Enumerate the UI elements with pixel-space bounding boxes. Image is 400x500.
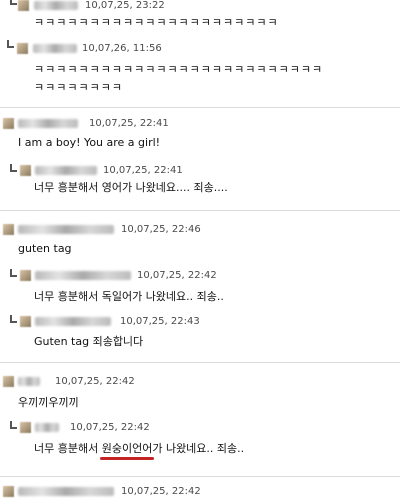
comment-timestamp: 10,07,25, 22:42 (121, 486, 201, 497)
comment-timestamp: 10,07,25, 22:46 (121, 224, 201, 235)
text-after: 가 나왔네요.. 죄송.. (152, 442, 245, 455)
comment-text: ㅋㅋㅋㅋㅋㅋㅋㅋㅋㅋㅋㅋㅋㅋㅋㅋㅋㅋㅋㅋㅋㅋ (34, 16, 279, 29)
divider (0, 362, 400, 363)
reply-arrow-icon (10, 421, 17, 429)
comment-timestamp: 10,07,25, 22:41 (103, 165, 183, 176)
avatar (20, 422, 31, 433)
avatar (3, 376, 14, 387)
comment-text: ㅋㅋㅋㅋㅋㅋㅋㅋ (34, 81, 123, 94)
comment-text: guten tag (18, 242, 72, 255)
comment-timestamp: 10,07,25, 22:41 (89, 118, 169, 129)
avatar (18, 0, 29, 11)
author-name[interactable] (18, 487, 114, 496)
reply-arrow-icon (10, 315, 17, 323)
avatar (3, 118, 14, 129)
avatar (20, 270, 31, 281)
author-name[interactable] (35, 166, 97, 175)
comment-timestamp: 10,07,25, 22:42 (55, 376, 135, 387)
author-name[interactable] (35, 423, 59, 432)
avatar (3, 224, 14, 235)
author-name[interactable] (35, 271, 131, 280)
avatar (20, 316, 31, 327)
divider (0, 107, 400, 108)
avatar (3, 486, 14, 497)
highlighted-text: 원숭이언어 (99, 442, 154, 460)
reply-arrow-icon (7, 40, 14, 48)
comment-text: 너무 흥분해서 독일어가 나왔네요.. 죄송.. (34, 290, 224, 303)
comment-text: I am a boy! You are a girl! (18, 136, 161, 149)
reply-arrow-icon (10, 269, 17, 277)
comment-text: Guten tag 죄송합니다 (34, 335, 144, 348)
author-name[interactable] (18, 119, 78, 128)
author-name[interactable] (18, 377, 40, 386)
reply-arrow-icon (10, 0, 17, 5)
author-name[interactable] (18, 225, 114, 234)
avatar (17, 43, 28, 54)
comment-timestamp: 10,07,25, 22:42 (70, 422, 150, 433)
divider (0, 476, 400, 477)
comment-text: ㅋㅋㅋㅋㅋㅋㅋㅋㅋㅋㅋㅋㅋㅋㅋㅋㅋㅋㅋㅋㅋㅋㅋㅋㅋㅋ (34, 63, 324, 76)
comment-thread: 10,07,25, 23:22 ㅋㅋㅋㅋㅋㅋㅋㅋㅋㅋㅋㅋㅋㅋㅋㅋㅋㅋㅋㅋㅋㅋ 1… (0, 0, 400, 500)
text-before: 너무 흥분해서 (34, 442, 102, 455)
reply-arrow-icon (10, 164, 17, 172)
comment-timestamp: 10,07,25, 22:43 (120, 316, 200, 327)
comment-text: 너무 흥분해서 원숭이언어가 나왔네요.. 죄송.. (34, 442, 245, 460)
author-name[interactable] (34, 1, 78, 10)
comment-timestamp: 10,07,25, 22:42 (137, 270, 217, 281)
divider (0, 210, 400, 211)
avatar (20, 165, 31, 176)
comment-text: 우끼끼우끼끼 (18, 396, 79, 409)
author-name[interactable] (35, 317, 111, 326)
comment-text: 너무 흥분해서 영어가 나왔네요.... 죄송.... (34, 181, 228, 194)
comment-timestamp: 10,07,26, 11:56 (82, 43, 162, 54)
author-name[interactable] (33, 44, 77, 53)
comment-timestamp: 10,07,25, 23:22 (85, 0, 165, 11)
